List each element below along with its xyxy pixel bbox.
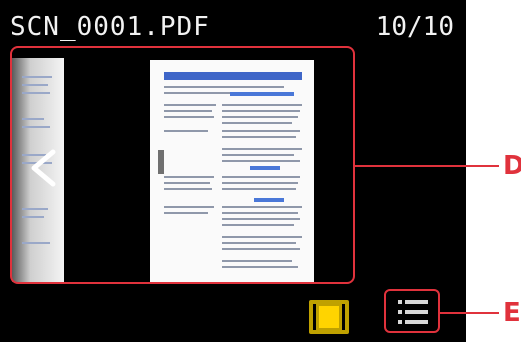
callout-e-label: E — [503, 298, 521, 328]
page-counter: 10/10 — [375, 12, 454, 42]
printer-lcd-screen: SCN_0001.PDF 10/10 — [0, 0, 466, 342]
list-view-icon — [398, 300, 428, 324]
callout-d-line — [355, 165, 499, 167]
preview-area[interactable] — [10, 46, 355, 284]
single-page-view-button[interactable] — [309, 300, 349, 334]
chevron-left-icon[interactable] — [26, 148, 60, 188]
callout-e-line — [440, 312, 499, 314]
single-page-view-icon — [309, 300, 349, 334]
callout-d-label: D — [503, 151, 521, 181]
preview-selection-frame — [10, 46, 355, 284]
list-view-button[interactable] — [384, 289, 440, 333]
file-name: SCN_0001.PDF — [10, 12, 210, 42]
